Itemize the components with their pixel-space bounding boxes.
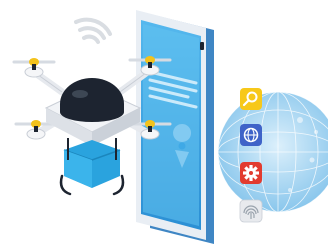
drone-phone-illustration — [0, 0, 328, 252]
search-icon — [240, 88, 262, 110]
globe-icon — [240, 124, 262, 146]
globe-graphic — [217, 91, 328, 213]
wifi-signal-icon — [74, 17, 112, 44]
fingerprint-icon — [239, 199, 263, 223]
gear-icon — [240, 162, 262, 184]
